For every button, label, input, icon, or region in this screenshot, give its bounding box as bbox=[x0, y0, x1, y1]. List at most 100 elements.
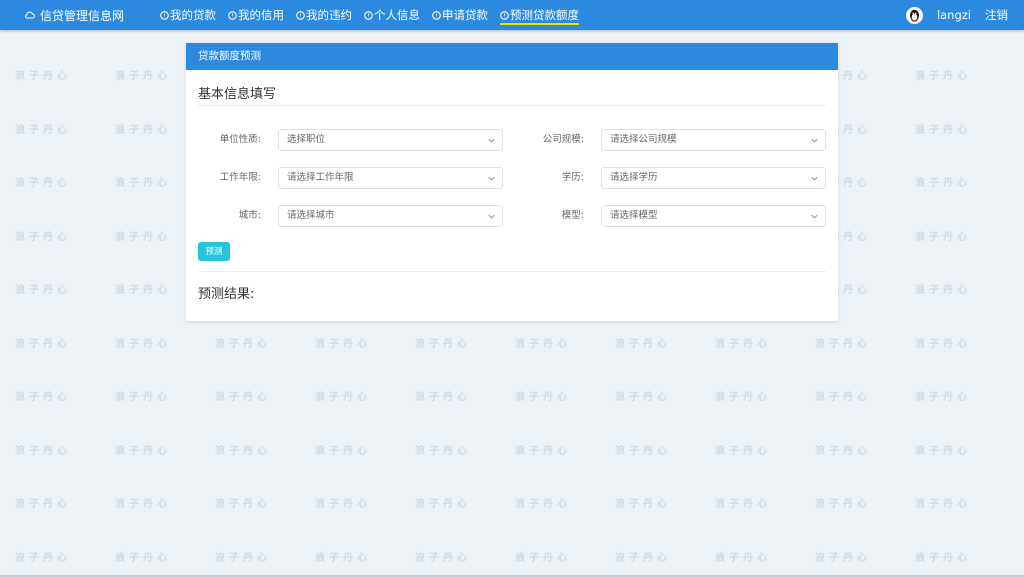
watermark-text: 浪子丹心 bbox=[615, 392, 671, 403]
work-years-label: 工作年限: bbox=[219, 172, 261, 183]
watermark-text: 浪子丹心 bbox=[15, 445, 71, 457]
chevron-down-icon bbox=[811, 138, 818, 143]
circle-info-icon bbox=[432, 10, 441, 20]
watermark-text: 浪子丹心 bbox=[115, 338, 171, 350]
nav-item-personal-info[interactable]: 个人信息 bbox=[364, 0, 420, 30]
nav-item-my-credit[interactable]: 我的信用 bbox=[228, 0, 284, 30]
circle-info-icon bbox=[364, 10, 373, 20]
watermark-text: 浪子丹心 bbox=[115, 231, 171, 243]
unit-nature-label: 单位性质: bbox=[219, 134, 261, 145]
education-label: 学历: bbox=[561, 172, 584, 183]
watermark-text: 浪子丹心 bbox=[915, 552, 971, 564]
watermark-text: 浪子丹心 bbox=[15, 338, 71, 350]
watermark-text: 浪子丹心 bbox=[15, 231, 71, 243]
unit-nature-select[interactable]: 选择职位 bbox=[278, 129, 503, 151]
watermark-text: 浪子丹心 bbox=[715, 499, 771, 510]
watermark-text: 浪子丹心 bbox=[915, 124, 971, 136]
watermark-text: 浪子丹心 bbox=[15, 392, 71, 403]
model-label: 模型: bbox=[561, 210, 584, 221]
watermark-text: 浪子丹心 bbox=[15, 552, 71, 564]
nav-item-my-defaults[interactable]: 我的违约 bbox=[296, 0, 352, 30]
watermark-text: 浪子丹心 bbox=[115, 71, 171, 82]
circle-info-icon bbox=[160, 10, 169, 20]
company-size-label: 公司规模: bbox=[542, 134, 584, 145]
select-placeholder: 请选择工作年限 bbox=[287, 172, 354, 183]
watermark-text: 浪子丹心 bbox=[515, 552, 571, 564]
nav-item-predict-amount[interactable]: 预测贷款额度 bbox=[500, 0, 580, 30]
watermark-text: 浪子丹心 bbox=[15, 124, 71, 136]
watermark-text: 浪子丹心 bbox=[515, 392, 571, 403]
city-label: 城市: bbox=[238, 210, 261, 221]
watermark-text: 浪子丹心 bbox=[215, 392, 271, 403]
watermark-text: 浪子丹心 bbox=[915, 445, 971, 457]
watermark-text: 浪子丹心 bbox=[315, 338, 371, 350]
nav-label: 我的贷款 bbox=[170, 8, 217, 22]
nav-label: 申请贷款 bbox=[442, 8, 489, 22]
watermark-text: 浪子丹心 bbox=[515, 499, 571, 510]
watermark-text: 浪子丹心 bbox=[415, 392, 471, 403]
avatar[interactable] bbox=[905, 6, 923, 24]
watermark-text: 浪子丹心 bbox=[15, 499, 71, 510]
circle-info-icon bbox=[500, 10, 509, 20]
logout-link[interactable]: 注销 bbox=[985, 7, 1008, 23]
company-size-select[interactable]: 请选择公司规模 bbox=[601, 129, 826, 151]
section-divider bbox=[198, 105, 826, 106]
watermark-text: 浪子丹心 bbox=[615, 499, 671, 510]
watermark-text: 浪子丹心 bbox=[415, 552, 471, 564]
watermark-text: 浪子丹心 bbox=[715, 552, 771, 564]
watermark-text: 浪子丹心 bbox=[115, 178, 171, 189]
watermark-text: 浪子丹心 bbox=[915, 285, 971, 296]
watermark-text: 浪子丹心 bbox=[515, 445, 571, 457]
watermark-text: 浪子丹心 bbox=[815, 552, 871, 564]
watermark-text: 浪子丹心 bbox=[315, 392, 371, 403]
brand-link[interactable]: 信贷管理信息网 bbox=[24, 7, 124, 24]
city-select[interactable]: 请选择城市 bbox=[278, 205, 503, 227]
watermark-text: 浪子丹心 bbox=[215, 499, 271, 510]
watermark-text: 浪子丹心 bbox=[415, 445, 471, 457]
chevron-down-icon bbox=[811, 176, 818, 181]
watermark-text: 浪子丹心 bbox=[815, 338, 871, 350]
watermark-text: 浪子丹心 bbox=[15, 178, 71, 189]
chevron-down-icon bbox=[488, 176, 495, 181]
work-years-select[interactable]: 请选择工作年限 bbox=[278, 167, 503, 189]
nav-item-my-loans[interactable]: 我的贷款 bbox=[160, 0, 216, 30]
watermark-text: 浪子丹心 bbox=[215, 552, 271, 564]
nav-user-area: langzi 注销 bbox=[905, 6, 1008, 24]
predict-button[interactable]: 预测 bbox=[198, 242, 230, 261]
penguin-icon bbox=[909, 9, 919, 22]
watermark-text: 浪子丹心 bbox=[615, 445, 671, 457]
select-placeholder: 选择职位 bbox=[287, 134, 326, 145]
watermark-text: 浪子丹心 bbox=[915, 71, 971, 82]
chevron-down-icon bbox=[488, 214, 495, 219]
watermark-text: 浪子丹心 bbox=[315, 552, 371, 564]
watermark-text: 浪子丹心 bbox=[815, 499, 871, 510]
watermark-text: 浪子丹心 bbox=[415, 338, 471, 350]
watermark-text: 浪子丹心 bbox=[115, 445, 171, 457]
model-select[interactable]: 请选择模型 bbox=[601, 205, 826, 227]
section-title: 基本信息填写 bbox=[198, 87, 277, 102]
username[interactable]: langzi bbox=[937, 8, 971, 22]
nav-menu: 我的贷款 我的信用 我的违约 个人信息 申请贷款 预测贷款额度 bbox=[160, 0, 591, 30]
watermark-text: 浪子丹心 bbox=[215, 338, 271, 350]
watermark-text: 浪子丹心 bbox=[815, 392, 871, 403]
circle-info-icon bbox=[296, 10, 305, 20]
watermark-text: 浪子丹心 bbox=[115, 124, 171, 136]
card-header: 贷款额度预测 bbox=[186, 43, 838, 70]
education-select[interactable]: 请选择学历 bbox=[601, 167, 826, 189]
watermark-text: 浪子丹心 bbox=[715, 445, 771, 457]
chevron-down-icon bbox=[811, 214, 818, 219]
circle-info-icon bbox=[228, 10, 237, 20]
select-placeholder: 请选择城市 bbox=[287, 210, 335, 221]
nav-label: 个人信息 bbox=[374, 8, 421, 22]
watermark-text: 浪子丹心 bbox=[615, 552, 671, 564]
watermark-text: 浪子丹心 bbox=[515, 338, 571, 350]
watermark-text: 浪子丹心 bbox=[215, 445, 271, 457]
select-placeholder: 请选择公司规模 bbox=[610, 134, 677, 145]
watermark-text: 浪子丹心 bbox=[115, 499, 171, 510]
select-placeholder: 请选择学历 bbox=[610, 172, 658, 183]
watermark-text: 浪子丹心 bbox=[415, 499, 471, 510]
watermark-text: 浪子丹心 bbox=[315, 445, 371, 457]
top-navbar: 信贷管理信息网 我的贷款 我的信用 我的违约 个人信息 申请贷款 预测贷款额度 bbox=[0, 0, 1024, 30]
nav-item-apply-loan[interactable]: 申请贷款 bbox=[432, 0, 488, 30]
watermark-text: 浪子丹心 bbox=[115, 552, 171, 564]
